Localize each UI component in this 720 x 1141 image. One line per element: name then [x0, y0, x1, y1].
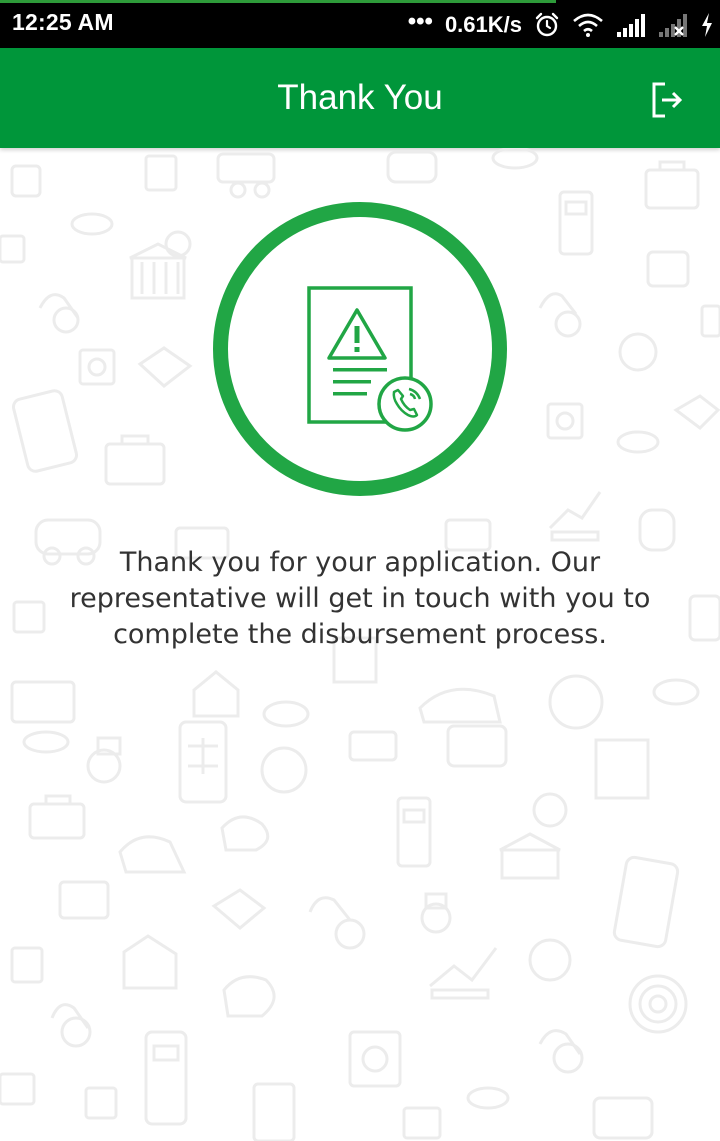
- status-icons: ••• 0.61K/s: [408, 6, 714, 44]
- signal-icon: [616, 12, 646, 38]
- network-speed: 0.61K/s: [444, 12, 522, 37]
- page-title: Thank You: [277, 78, 443, 117]
- charging-icon: [700, 12, 714, 38]
- wifi-icon: [572, 12, 604, 38]
- status-time: 12:25 AM: [12, 9, 114, 35]
- status-progress-line: [0, 0, 556, 3]
- logout-button[interactable]: [650, 81, 684, 119]
- confirmation-message: Thank you for your application. Our repr…: [69, 547, 651, 650]
- app-bar: Thank You: [0, 48, 720, 148]
- logout-icon: [652, 82, 683, 118]
- status-bar: 12:25 AM ••• 0.61K/s: [0, 0, 720, 48]
- alarm-icon: [534, 12, 560, 38]
- more-notifications-indicator: •••: [407, 8, 433, 35]
- signal-no-service-icon: [658, 12, 688, 38]
- document-warning-call-icon: [293, 282, 443, 442]
